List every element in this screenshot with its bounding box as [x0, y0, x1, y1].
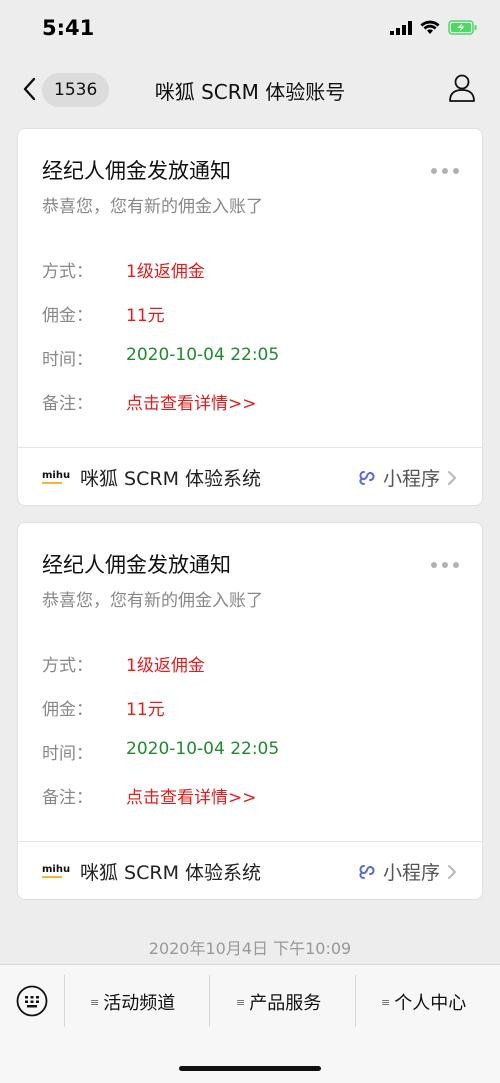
- status-bar: 5:41: [0, 0, 500, 62]
- page-title: 咪狐 SCRM 体验账号: [154, 80, 346, 104]
- message-timestamp: 2020年10月4日 下午10:09: [148, 939, 352, 958]
- mini-program-row[interactable]: mihu 咪狐 SCRM 体验系统 小程序: [18, 448, 482, 506]
- chevron-right-icon: [448, 864, 456, 879]
- mini-program-name: 咪狐 SCRM 体验系统: [80, 468, 262, 490]
- field-value: 1级返佣金: [126, 656, 205, 676]
- wifi-icon: [420, 20, 440, 34]
- message-card[interactable]: 经纪人佣金发放通知 恭喜您，您有新的佣金入账了 方式： 1级返佣金 佣金： 11…: [17, 128, 483, 506]
- field-label: 时间：: [42, 350, 93, 370]
- menu-separator: [209, 975, 210, 1027]
- menu-item-products[interactable]: ≡ 产品服务: [236, 989, 321, 1015]
- mini-program-label: 小程序: [382, 862, 440, 884]
- menu-list-icon: ≡: [381, 995, 391, 1009]
- mihu-logo-text: mihu: [42, 864, 71, 875]
- mini-program-row[interactable]: mihu 咪狐 SCRM 体验系统 小程序: [18, 842, 482, 900]
- field-value: 11元: [126, 306, 165, 326]
- more-options-icon[interactable]: [430, 167, 460, 175]
- mihu-logo: mihu: [42, 864, 70, 878]
- mini-program-link[interactable]: 小程序: [357, 464, 458, 491]
- card-title: 经纪人佣金发放通知: [42, 159, 231, 183]
- field-value: 11元: [126, 700, 165, 720]
- home-indicator[interactable]: [179, 1066, 321, 1071]
- mini-program-icon: [359, 864, 375, 879]
- mihu-logo: mihu: [42, 470, 70, 484]
- field-label: 方式：: [42, 262, 93, 282]
- menu-list-icon: ≡: [90, 995, 100, 1009]
- field-label: 佣金：: [42, 306, 93, 326]
- mini-program-label: 小程序: [382, 468, 440, 490]
- menu-list-icon: ≡: [236, 995, 246, 1009]
- card-subtitle: 恭喜您，您有新的佣金入账了: [42, 591, 263, 611]
- status-icons: [390, 20, 478, 35]
- battery-charging-icon: [448, 20, 477, 35]
- mini-program-name: 咪狐 SCRM 体验系统: [80, 862, 262, 884]
- field-value: 2020-10-04 22:05: [126, 739, 280, 759]
- field-label: 备注：: [42, 788, 93, 808]
- menu-separator: [355, 975, 356, 1027]
- profile-icon[interactable]: [448, 73, 476, 103]
- menu-item-profile[interactable]: ≡ 个人中心: [381, 989, 466, 1015]
- field-label: 备注：: [42, 394, 93, 414]
- mini-program-link[interactable]: 小程序: [357, 858, 458, 885]
- details-link[interactable]: 点击查看详情>>: [126, 389, 257, 414]
- chevron-right-icon: [448, 470, 456, 485]
- menu-item-activity[interactable]: ≡ 活动频道: [90, 989, 175, 1015]
- more-options-icon[interactable]: [430, 561, 460, 569]
- details-link[interactable]: 点击查看详情>>: [126, 783, 257, 808]
- mini-program-icon: [359, 470, 375, 485]
- card-title: 经纪人佣金发放通知: [42, 553, 231, 577]
- signal-icon: [390, 20, 412, 35]
- message-card[interactable]: 经纪人佣金发放通知 恭喜您，您有新的佣金入账了 方式： 1级返佣金 佣金： 11…: [17, 522, 483, 900]
- field-label: 时间：: [42, 744, 93, 764]
- bottom-menu: ≡ 活动频道 ≡ 产品服务 ≡ 个人中心: [0, 964, 500, 1037]
- nav-bar: 1536 咪狐 SCRM 体验账号: [0, 62, 500, 118]
- mihu-logo-text: mihu: [42, 470, 71, 481]
- field-label: 佣金：: [42, 700, 93, 720]
- safe-area: [0, 1036, 500, 1083]
- card-subtitle: 恭喜您，您有新的佣金入账了: [42, 197, 263, 217]
- field-label: 方式：: [42, 656, 93, 676]
- menu-item-label: 个人中心: [394, 993, 467, 1014]
- field-value: 1级返佣金: [126, 262, 205, 282]
- menu-item-label: 产品服务: [249, 993, 322, 1014]
- menu-separator: [64, 975, 65, 1027]
- status-time: 5:41: [42, 16, 95, 40]
- keyboard-icon[interactable]: [16, 985, 48, 1017]
- field-value: 2020-10-04 22:05: [126, 345, 280, 365]
- menu-item-label: 活动频道: [103, 993, 176, 1014]
